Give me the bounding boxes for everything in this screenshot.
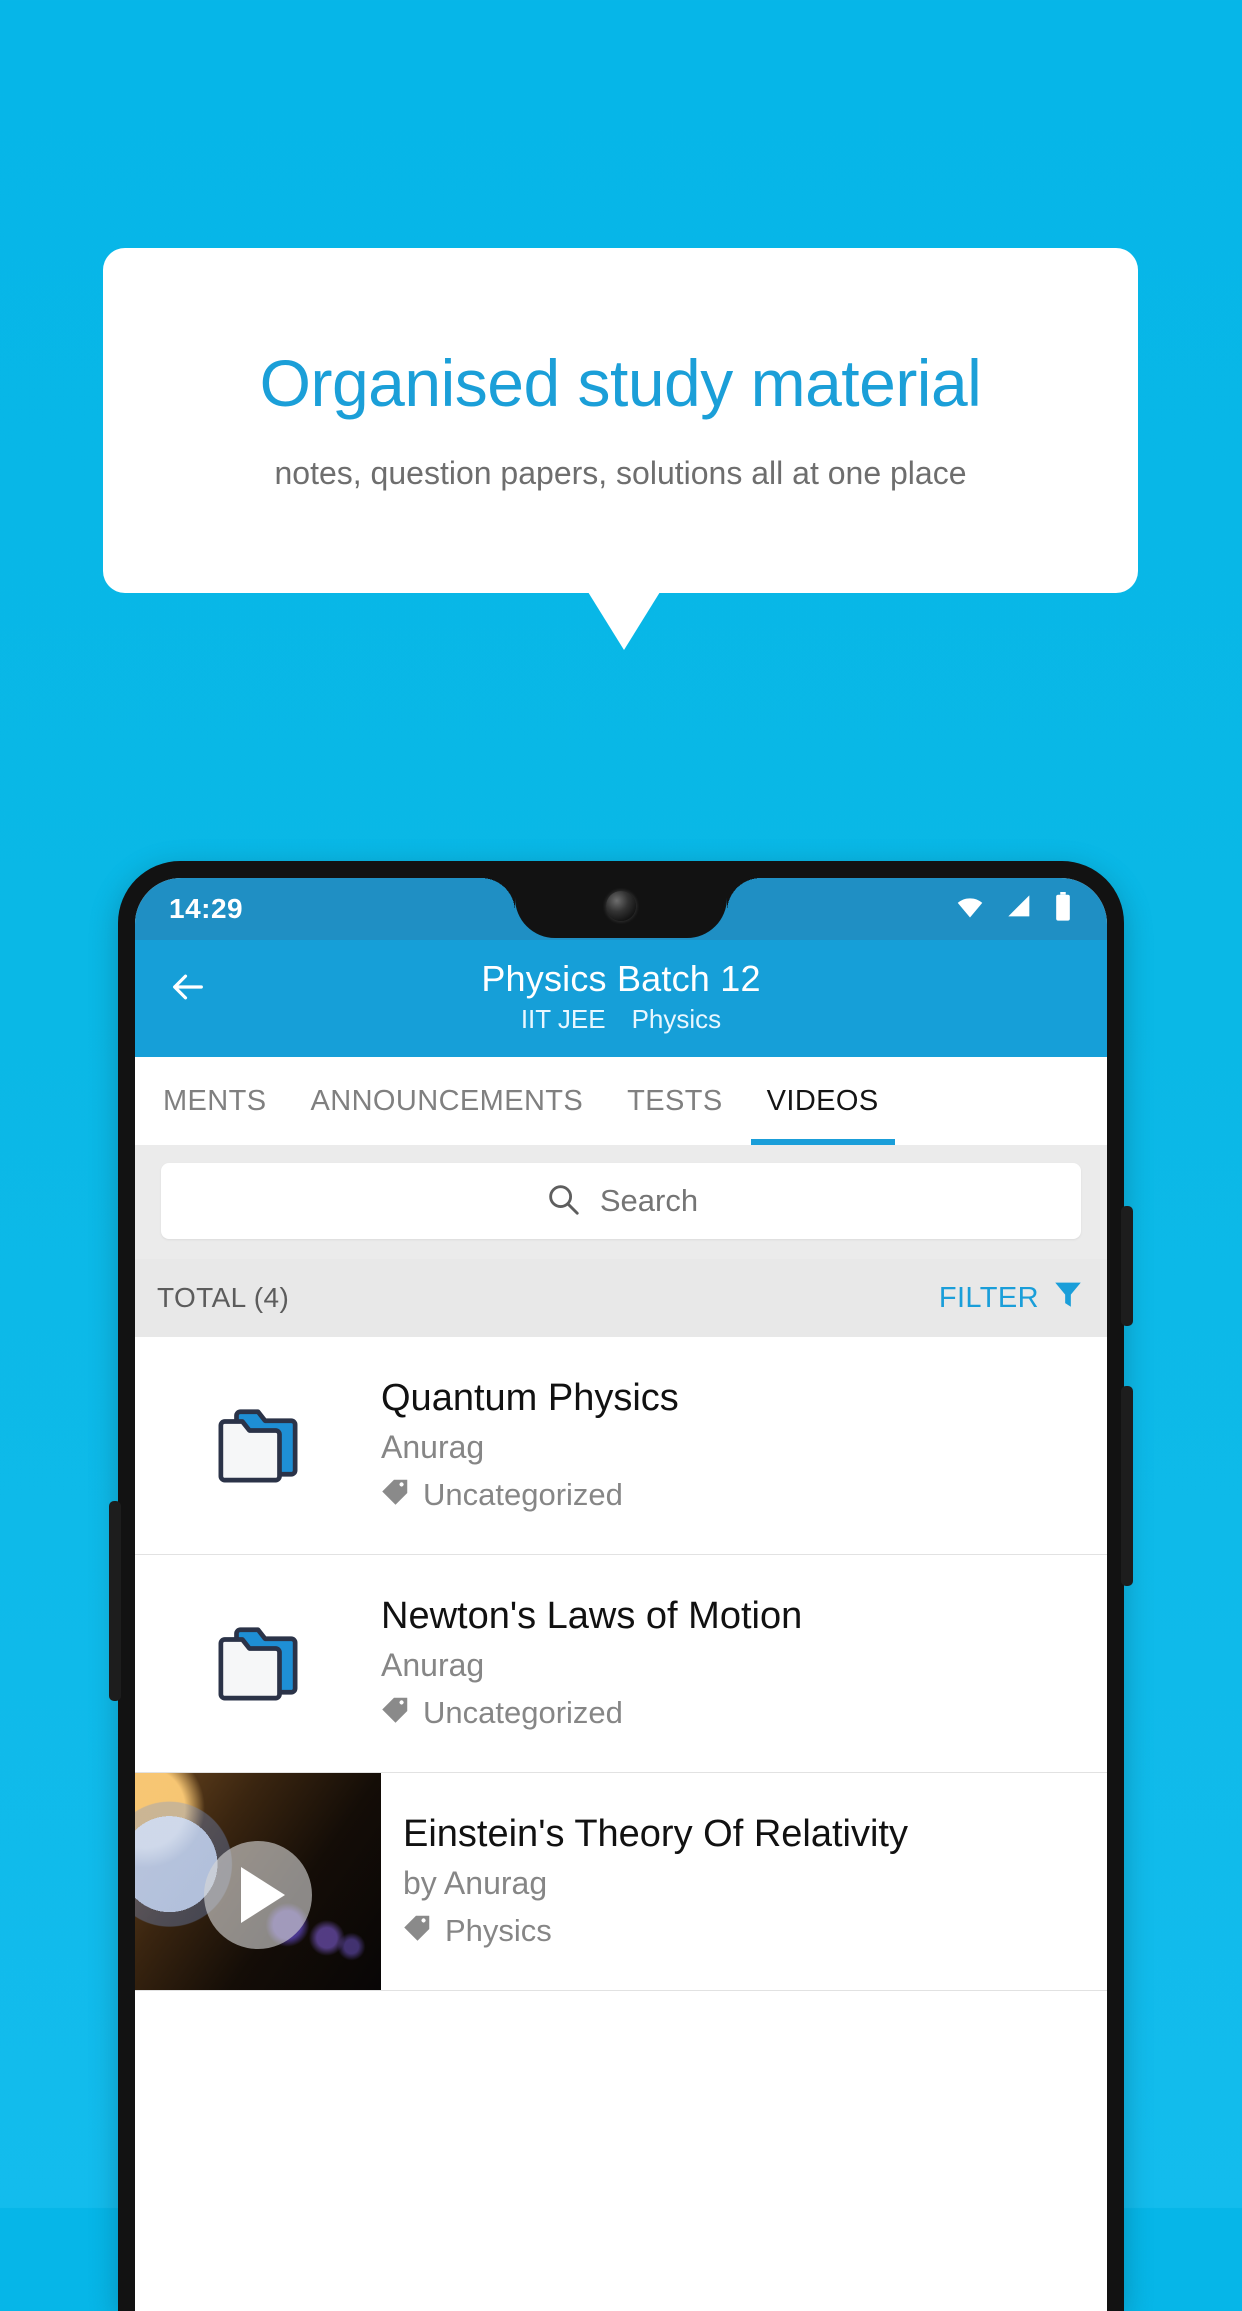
wifi-icon	[953, 893, 987, 926]
list-item-thumbnail	[135, 1337, 381, 1554]
search-icon	[544, 1180, 582, 1223]
breadcrumb-exam: IIT JEE	[520, 1004, 606, 1034]
play-triangle	[241, 1866, 285, 1923]
page-title: Physics Batch 12	[481, 958, 761, 999]
filter-funnel-icon	[1051, 1277, 1085, 1319]
tab-ments[interactable]: MENTS	[141, 1057, 289, 1145]
tag-icon	[381, 1694, 411, 1732]
back-arrow-icon	[164, 967, 212, 1012]
search-container: Search	[135, 1145, 1107, 1259]
phone-notch	[481, 878, 727, 938]
filter-button[interactable]: FILTER	[939, 1277, 1085, 1319]
tag-icon	[403, 1912, 433, 1950]
promo-bubble-tail	[588, 592, 660, 650]
tab-announcements[interactable]: ANNOUNCEMENTS	[289, 1057, 606, 1145]
status-bar-icons	[953, 891, 1073, 927]
tag-label: Uncategorized	[423, 1694, 623, 1730]
app-bar-texts: Physics Batch 12 IIT JEE Physics	[135, 954, 1107, 1035]
list-item[interactable]: Quantum Physics Anurag Uncategorized	[135, 1337, 1107, 1555]
list-item-tag: Physics	[403, 1912, 908, 1950]
list-item-title: Einstein's Theory Of Relativity	[403, 1813, 908, 1856]
promo-title: Organised study material	[259, 346, 982, 421]
tag-label: Uncategorized	[423, 1476, 623, 1512]
breadcrumb: IIT JEE Physics	[135, 1004, 1107, 1035]
search-placeholder: Search	[599, 1183, 699, 1218]
list-item-thumbnail	[135, 1555, 381, 1772]
promo-bubble: Organised study material notes, question…	[103, 248, 1138, 593]
tag-icon	[381, 1476, 411, 1514]
back-button[interactable]	[161, 962, 215, 1016]
list-item-body: Newton's Laws of Motion Anurag Uncategor…	[381, 1595, 826, 1732]
promo-subtitle: notes, question papers, solutions all at…	[274, 454, 967, 491]
list-item[interactable]: Newton's Laws of Motion Anurag Uncategor…	[135, 1555, 1107, 1773]
phone-volume-button[interactable]	[109, 1501, 121, 1701]
signal-icon	[1005, 893, 1035, 926]
list-item-title: Newton's Laws of Motion	[381, 1595, 803, 1638]
front-camera-icon	[606, 891, 636, 921]
phone-side-button[interactable]	[1121, 1386, 1133, 1586]
tab-videos[interactable]: VIDEOS	[745, 1057, 901, 1145]
list-item-author: Anurag	[381, 1428, 485, 1465]
total-count-label: TOTAL (4)	[157, 1282, 290, 1313]
list-item-author: by Anurag	[403, 1864, 548, 1901]
list-item-author: Anurag	[381, 1646, 485, 1683]
tag-label: Physics	[445, 1912, 552, 1948]
list-item-title: Quantum Physics	[381, 1377, 679, 1420]
app-bar: Physics Batch 12 IIT JEE Physics	[135, 940, 1107, 1057]
content-list: Quantum Physics Anurag Uncategorized New…	[135, 1337, 1107, 1991]
list-item-tag: Uncategorized	[381, 1694, 802, 1732]
play-icon[interactable]	[204, 1840, 312, 1949]
breadcrumb-subject: Physics	[631, 1004, 722, 1034]
list-item-tag: Uncategorized	[381, 1476, 679, 1514]
phone-power-button[interactable]	[1121, 1206, 1133, 1326]
list-toolbar: TOTAL (4) FILTER	[135, 1259, 1107, 1337]
list-item[interactable]: Einstein's Theory Of Relativity by Anura…	[135, 1773, 1107, 1991]
status-bar-clock: 14:29	[169, 893, 244, 924]
battery-icon	[1053, 891, 1073, 927]
video-thumbnail[interactable]	[135, 1773, 381, 1990]
status-bar: 14:29	[135, 878, 1107, 940]
list-item-body: Quantum Physics Anurag Uncategorized	[381, 1377, 703, 1514]
phone-screen: 14:29 Physics Batch 12 IIT JEE Physics M…	[135, 878, 1107, 2311]
filter-label: FILTER	[938, 1281, 1039, 1314]
phone-device: 14:29 Physics Batch 12 IIT JEE Physics M…	[109, 861, 1133, 2311]
tab-tests[interactable]: TESTS	[605, 1057, 744, 1145]
folder-icon	[210, 1400, 306, 1491]
search-input[interactable]: Search	[161, 1163, 1081, 1239]
tab-bar: MENTS ANNOUNCEMENTS TESTS VIDEOS	[135, 1057, 1107, 1145]
list-item-body: Einstein's Theory Of Relativity by Anura…	[381, 1813, 932, 1950]
folder-icon	[210, 1618, 306, 1709]
